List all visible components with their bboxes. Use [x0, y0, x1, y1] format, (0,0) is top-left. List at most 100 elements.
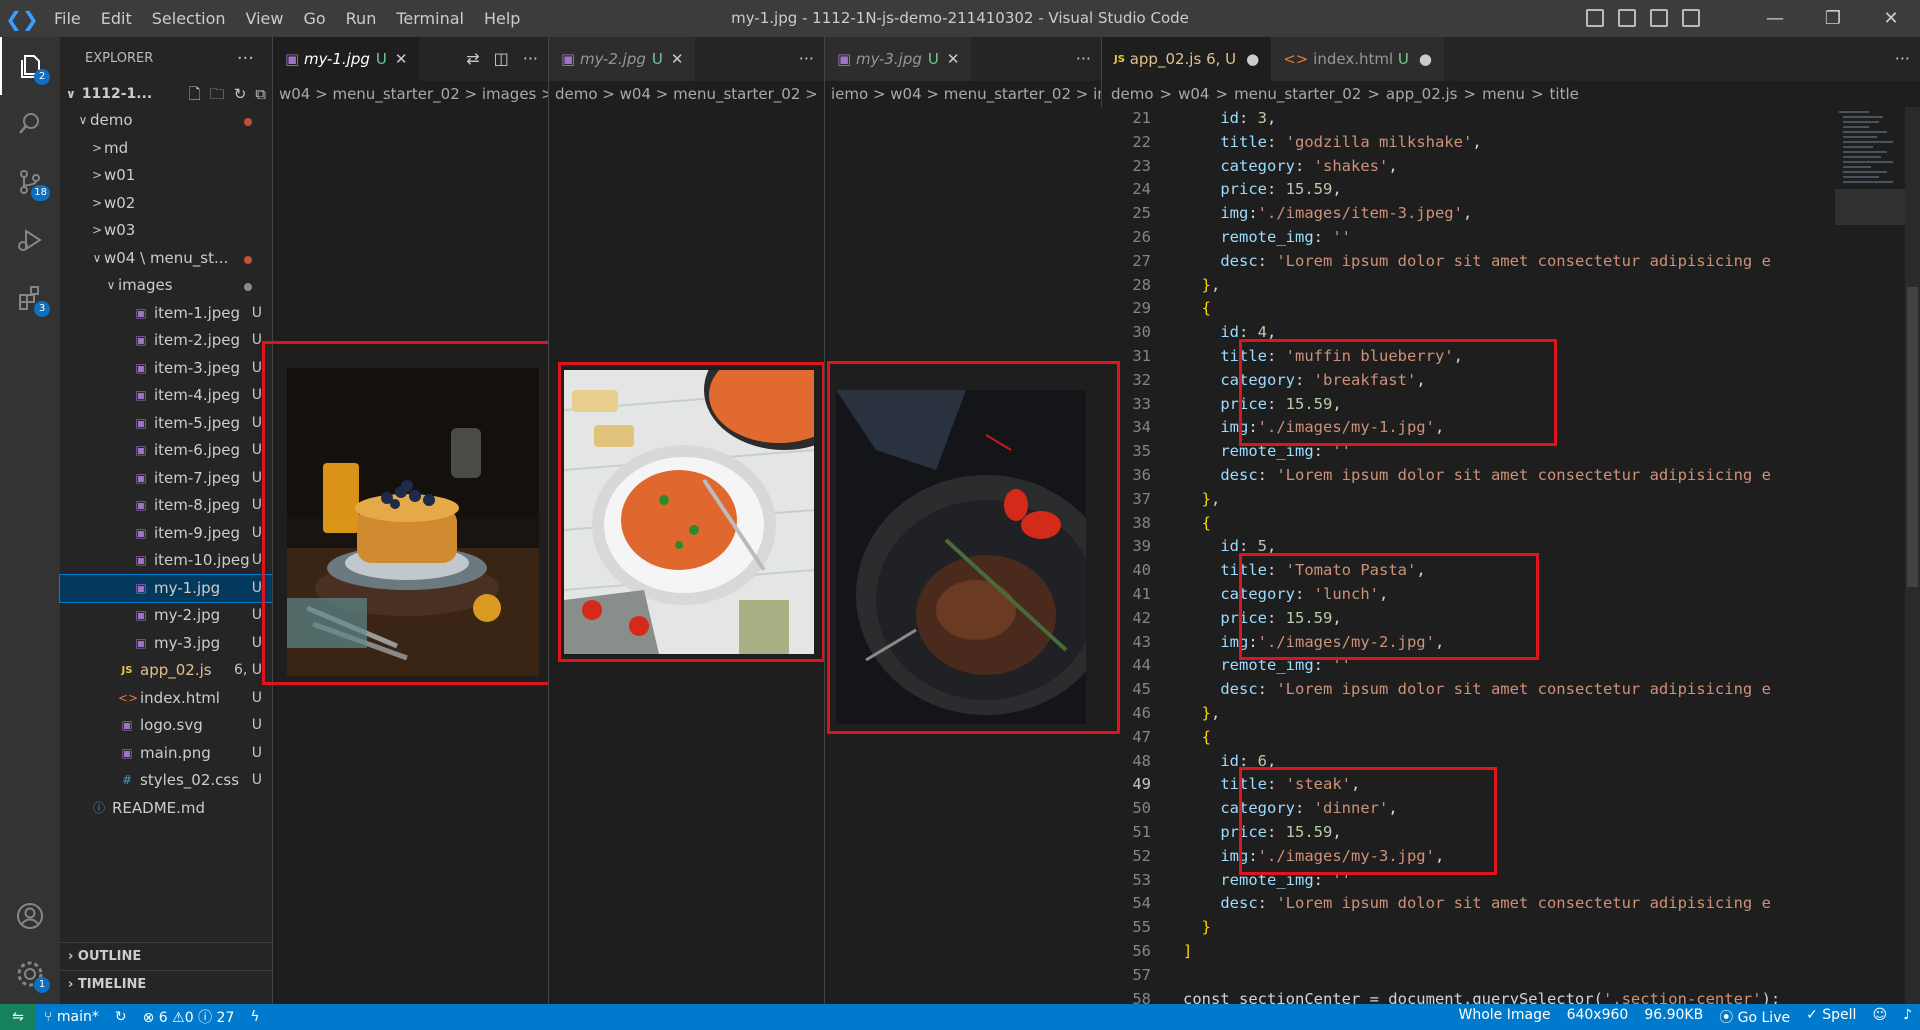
vertical-scrollbar[interactable] [1905, 107, 1920, 1004]
tree-item[interactable]: > w01 [60, 162, 272, 190]
lightning-button[interactable]: ϟ [242, 1009, 267, 1025]
minimize-button[interactable]: — [1746, 0, 1804, 37]
code-line[interactable]: 57 [1101, 964, 1901, 988]
restore-button[interactable]: ❐ [1804, 0, 1862, 37]
code-line[interactable]: 25 img:'./images/item-3.jpeg', [1101, 202, 1901, 226]
search-activity[interactable] [0, 95, 60, 153]
code-line[interactable]: 45 desc: 'Lorem ipsum dolor sit amet con… [1101, 678, 1901, 702]
code-line[interactable]: 22 title: 'godzilla milkshake', [1101, 131, 1901, 155]
feedback-button[interactable]: ☺ [1864, 1007, 1895, 1027]
breadcrumb-item[interactable]: menu_starter_02 [1234, 85, 1361, 103]
unsaved-dot-icon[interactable]: ● [1419, 50, 1432, 68]
more-actions-icon[interactable]: ··· [523, 37, 538, 81]
close-window-button[interactable]: ✕ [1862, 0, 1920, 37]
tab-my-3[interactable]: ▣ my-3.jpg U ✕ [825, 37, 972, 81]
go-live-button[interactable]: ⦿ Go Live [1711, 1007, 1798, 1027]
close-tab-button[interactable]: ✕ [947, 50, 960, 68]
image-view-mode[interactable]: Whole Image [1450, 1007, 1558, 1027]
menu-file[interactable]: File [44, 0, 91, 37]
code-line[interactable]: 49 title: 'steak', [1101, 773, 1901, 797]
menu-run[interactable]: Run [336, 0, 387, 37]
more-actions-icon[interactable]: ··· [799, 37, 814, 81]
code-line[interactable]: 26 remote_img: '' [1101, 226, 1901, 250]
code-line[interactable]: 48 id: 6, [1101, 750, 1901, 774]
tab-app-02-js[interactable]: JS app_02.js 6, U ● [1102, 37, 1272, 81]
toggle-panel-icon[interactable] [1618, 9, 1636, 27]
breadcrumb-item[interactable]: demo [1111, 85, 1154, 103]
tree-item[interactable]: ▣ item-3.jpeg U [60, 355, 272, 383]
code-line[interactable]: 29 { [1101, 297, 1901, 321]
tree-item[interactable]: ▣ item-4.jpeg U [60, 382, 272, 410]
menu-terminal[interactable]: Terminal [386, 0, 474, 37]
collapse-all-icon[interactable]: ⧉ [255, 81, 266, 107]
tree-item[interactable]: ∨ images [60, 272, 272, 300]
problems-indicator[interactable]: ⊗ 6 ⚠0 ⓘ 27 [135, 1007, 243, 1027]
breadcrumb-item[interactable]: w04 [1178, 85, 1209, 103]
tree-item[interactable]: ▣ item-10.jpeg U [60, 547, 272, 575]
tree-item[interactable]: ▣ item-6.jpeg U [60, 437, 272, 465]
tree-item[interactable]: ▣ item-7.jpeg U [60, 465, 272, 493]
open-changes-icon[interactable]: ⇄ [466, 37, 479, 81]
code-line[interactable]: 56] [1101, 940, 1901, 964]
scrollbar-thumb[interactable] [1907, 287, 1918, 587]
timeline-section[interactable]: › TIMELINE [60, 970, 272, 998]
tree-item[interactable]: # styles_02.css U [60, 767, 272, 795]
code-line[interactable]: 47 { [1101, 726, 1901, 750]
menu-go[interactable]: Go [293, 0, 335, 37]
extensions-activity[interactable]: 3 [0, 269, 60, 327]
code-line[interactable]: 54 desc: 'Lorem ipsum dolor sit amet con… [1101, 892, 1901, 916]
tree-item[interactable]: > w02 [60, 190, 272, 218]
new-file-icon[interactable]: 🗋 [189, 81, 201, 107]
code-line[interactable]: 38 { [1101, 512, 1901, 536]
tree-item[interactable]: > w03 [60, 217, 272, 245]
run-debug-activity[interactable] [0, 211, 60, 269]
toggle-sidebar-icon[interactable] [1586, 9, 1604, 27]
code-line[interactable]: 23 category: 'shakes', [1101, 155, 1901, 179]
tree-item[interactable]: ▣ my-1.jpg U [59, 573, 273, 603]
code-line[interactable]: 36 desc: 'Lorem ipsum dolor sit amet con… [1101, 464, 1901, 488]
new-folder-icon[interactable]: 🗀 [210, 81, 225, 107]
code-line[interactable]: 21 id: 3, [1101, 107, 1901, 131]
tree-item[interactable]: ▣ item-1.jpeg U [60, 300, 272, 328]
more-actions-icon[interactable]: ··· [1076, 37, 1091, 81]
code-editor[interactable]: 21 id: 3, 22 title: 'godzilla milkshake',… [1101, 107, 1920, 1008]
source-control-activity[interactable]: 18 [0, 153, 60, 211]
tab-my-2[interactable]: ▣ my-2.jpg U ✕ [549, 37, 696, 81]
more-actions-icon[interactable]: ··· [1895, 37, 1910, 81]
code-line[interactable]: 37 }, [1101, 488, 1901, 512]
tree-item[interactable]: ▣ item-8.jpeg U [60, 492, 272, 520]
toggle-secondary-sidebar-icon[interactable] [1650, 9, 1668, 27]
tree-item[interactable]: JS app_02.js 6, U [60, 657, 272, 685]
code-line[interactable]: 24 price: 15.59, [1101, 178, 1901, 202]
settings-activity[interactable]: 1 [0, 945, 60, 1003]
outline-section[interactable]: › OUTLINE [60, 942, 272, 970]
code-line[interactable]: 53 remote_img: '' [1101, 869, 1901, 893]
menu-view[interactable]: View [236, 0, 294, 37]
tree-item[interactable]: ⓘ README.md [60, 795, 272, 823]
code-line[interactable]: 51 price: 15.59, [1101, 821, 1901, 845]
split-editor-icon[interactable]: ◫ [494, 37, 509, 81]
code-line[interactable]: 27 desc: 'Lorem ipsum dolor sit amet con… [1101, 250, 1901, 274]
menu-help[interactable]: Help [474, 0, 530, 37]
code-line[interactable]: 28 }, [1101, 274, 1901, 298]
refresh-icon[interactable]: ↻ [234, 81, 247, 107]
tree-item[interactable]: <> index.html U [60, 685, 272, 713]
menu-selection[interactable]: Selection [142, 0, 236, 37]
minimap[interactable] [1835, 107, 1905, 227]
menu-edit[interactable]: Edit [91, 0, 142, 37]
workspace-root[interactable]: ∨ 1112-1... 🗋 🗀 ↻ ⧉ [60, 81, 272, 107]
tree-item[interactable]: ▣ item-9.jpeg U [60, 520, 272, 548]
branch-indicator[interactable]: ⑂ main* [36, 1009, 107, 1025]
tab-index-html[interactable]: <> index.html U ● [1271, 37, 1444, 81]
unsaved-dot-icon[interactable]: ● [1246, 50, 1259, 68]
code-line[interactable]: 52 img:'./images/my-3.jpg', [1101, 845, 1901, 869]
spell-button[interactable]: ✓ Spell [1798, 1007, 1864, 1027]
sync-button[interactable]: ↻ [107, 1009, 135, 1025]
tree-item[interactable]: ▣ my-3.jpg U [60, 630, 272, 658]
tree-item[interactable]: ▣ item-5.jpeg U [60, 410, 272, 438]
explorer-more-button[interactable]: ··· [237, 37, 254, 81]
breadcrumb-item[interactable]: app_02.js [1386, 85, 1458, 103]
code-line[interactable]: 46 }, [1101, 702, 1901, 726]
tree-item[interactable]: ∨ w04 \ menu_st... [60, 245, 272, 273]
accounts-activity[interactable] [0, 887, 60, 945]
